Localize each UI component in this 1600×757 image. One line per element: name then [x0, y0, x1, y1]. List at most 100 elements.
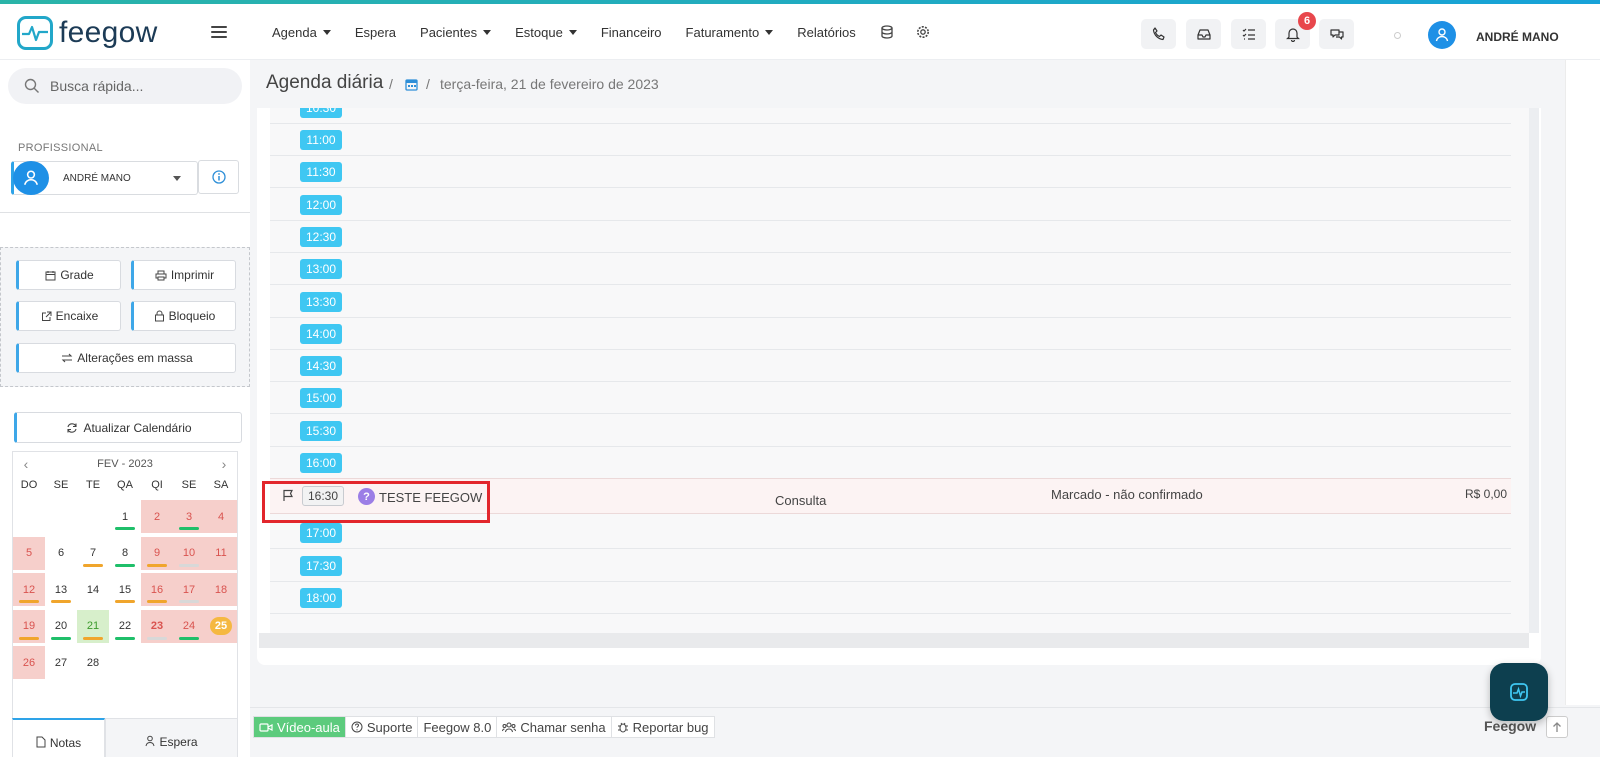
nav-relatorios[interactable]: Relatórios: [797, 25, 856, 40]
notifications-button[interactable]: 6: [1275, 12, 1316, 49]
report-bug-link[interactable]: Reportar bug: [612, 717, 714, 737]
pulse-monitor-icon: [1510, 683, 1528, 701]
print-button[interactable]: Imprimir: [131, 260, 236, 290]
calendar-day[interactable]: 20: [45, 610, 77, 643]
user-icon: [24, 170, 38, 185]
time-chip[interactable]: 18:00: [300, 587, 342, 608]
call-password-link[interactable]: Chamar senha: [497, 717, 612, 737]
calendar-day[interactable]: 2: [141, 500, 173, 533]
version-link[interactable]: Feegow 8.0: [418, 717, 498, 737]
inbox-button[interactable]: [1186, 19, 1221, 49]
calendar-day-number: 9: [153, 547, 161, 559]
calendar-day[interactable]: 16: [141, 573, 173, 606]
nav-financeiro-label: Financeiro: [600, 24, 662, 40]
calendar-day[interactable]: 11: [205, 536, 237, 570]
nav-faturamento[interactable]: Faturamento: [686, 25, 774, 40]
calendar-day[interactable]: 14: [77, 573, 109, 606]
professional-select[interactable]: ANDRÉ MANO: [11, 161, 198, 195]
horizontal-scrollbar[interactable]: [259, 633, 1529, 648]
calendar-day[interactable]: 6: [45, 537, 77, 570]
calendar-day[interactable]: 12: [13, 573, 45, 606]
calendar-day[interactable]: 24: [173, 609, 205, 643]
nav-estoque[interactable]: Estoque: [515, 25, 577, 40]
calendar-day[interactable]: 27: [45, 646, 77, 679]
brand-name: feegow: [59, 16, 158, 49]
calendar-day[interactable]: 26: [13, 646, 45, 679]
feegow-logo[interactable]: feegow: [17, 16, 158, 50]
chevron-left-icon[interactable]: ‹: [19, 456, 33, 472]
calendar-day[interactable]: 17: [173, 573, 205, 606]
calendar-day[interactable]: 28: [77, 646, 109, 679]
calendar-day[interactable]: 23: [141, 609, 173, 643]
time-chip[interactable]: 11:30: [300, 162, 342, 183]
time-chip[interactable]: 17:00: [300, 523, 342, 544]
refresh-calendar-button[interactable]: Atualizar Calendário: [14, 412, 242, 443]
calendar-day[interactable]: 1: [109, 500, 141, 533]
time-chip[interactable]: 14:00: [300, 323, 342, 344]
calendar-day[interactable]: 9: [141, 536, 173, 570]
bloqueio-button[interactable]: Bloqueio: [131, 301, 236, 331]
vertical-scrollbar[interactable]: [1529, 108, 1539, 633]
time-chip[interactable]: 10:30: [300, 108, 342, 118]
menu-toggle-icon[interactable]: [211, 26, 227, 38]
nav-financeiro[interactable]: Financeiro: [601, 25, 662, 40]
nav-espera[interactable]: Espera: [355, 25, 396, 40]
tasks-button[interactable]: [1231, 19, 1266, 49]
calendar-day[interactable]: 10: [173, 536, 205, 570]
calendar-day[interactable]: 7: [77, 537, 109, 570]
tab-notas[interactable]: Notas: [12, 718, 105, 757]
time-chip[interactable]: 13:30: [300, 291, 342, 312]
calendar-day[interactable]: 3: [173, 500, 205, 533]
chevron-right-icon[interactable]: ›: [217, 456, 231, 472]
calendar-day[interactable]: 18: [205, 573, 237, 606]
time-chip[interactable]: 13:00: [300, 259, 342, 280]
tab-espera-label: Espera: [159, 735, 198, 749]
question-circle-icon: [351, 721, 363, 733]
grade-button[interactable]: Grade: [16, 260, 121, 290]
scroll-top-button[interactable]: [1546, 716, 1568, 738]
time-chip[interactable]: 15:00: [300, 388, 342, 409]
calendar-day[interactable]: 15: [109, 573, 141, 606]
nav-estoque-label: Estoque: [515, 24, 563, 40]
nav-agenda[interactable]: Agenda: [272, 25, 331, 40]
nav-pacientes[interactable]: Pacientes: [420, 25, 492, 40]
calendar-day[interactable]: 8: [109, 537, 141, 570]
bulk-changes-button[interactable]: Alterações em massa: [16, 343, 236, 373]
calendar-day[interactable]: 25: [205, 609, 237, 643]
time-chip[interactable]: 12:00: [300, 194, 342, 215]
chat-button[interactable]: [1319, 19, 1354, 49]
time-chip[interactable]: 15:30: [300, 420, 342, 441]
user-avatar[interactable]: [1428, 21, 1456, 49]
calendar-icon[interactable]: [405, 78, 418, 91]
calendar-day[interactable]: 19: [13, 609, 45, 643]
appointment-row[interactable]: 16:30? TESTE FEEGOW Consulta Marcado - não …: [270, 478, 1511, 515]
tab-espera[interactable]: Espera: [105, 718, 238, 757]
time-chip[interactable]: 14:30: [300, 356, 342, 377]
time-chip[interactable]: 11:00: [300, 130, 342, 150]
chevron-down-icon: [173, 175, 181, 181]
calendar-day[interactable]: 21: [77, 609, 109, 643]
calendar-day[interactable]: 4: [205, 500, 237, 533]
phone-button[interactable]: [1141, 19, 1176, 49]
time-slot: 11:30: [270, 156, 1511, 189]
quick-search-input[interactable]: [50, 78, 220, 94]
calendar-day[interactable]: 5: [13, 536, 45, 570]
flag-icon[interactable]: [282, 489, 295, 502]
video-class-link[interactable]: Vídeo-aula: [254, 717, 346, 737]
professional-info-button[interactable]: [198, 160, 239, 194]
time-chip[interactable]: 17:30: [300, 555, 342, 576]
calendar-day[interactable]: 22: [109, 610, 141, 643]
support-link[interactable]: Suporte: [346, 717, 419, 737]
database-icon[interactable]: [880, 25, 894, 39]
page-scrollbar[interactable]: [1565, 60, 1600, 705]
assistant-launcher-button[interactable]: [1490, 663, 1548, 721]
user-name[interactable]: ANDRÉ MANO: [1476, 30, 1559, 44]
encaixe-button[interactable]: Encaixe: [16, 301, 121, 331]
appointment-patient[interactable]: TESTE FEEGOW: [379, 490, 482, 505]
calendar-day-number: 24: [182, 620, 196, 632]
calendar-day[interactable]: 13: [45, 573, 77, 606]
time-chip[interactable]: 16:00: [300, 453, 342, 473]
gear-icon[interactable]: [916, 25, 930, 39]
appointment-procedure: Consulta: [775, 493, 827, 509]
time-chip[interactable]: 12:30: [300, 226, 342, 247]
